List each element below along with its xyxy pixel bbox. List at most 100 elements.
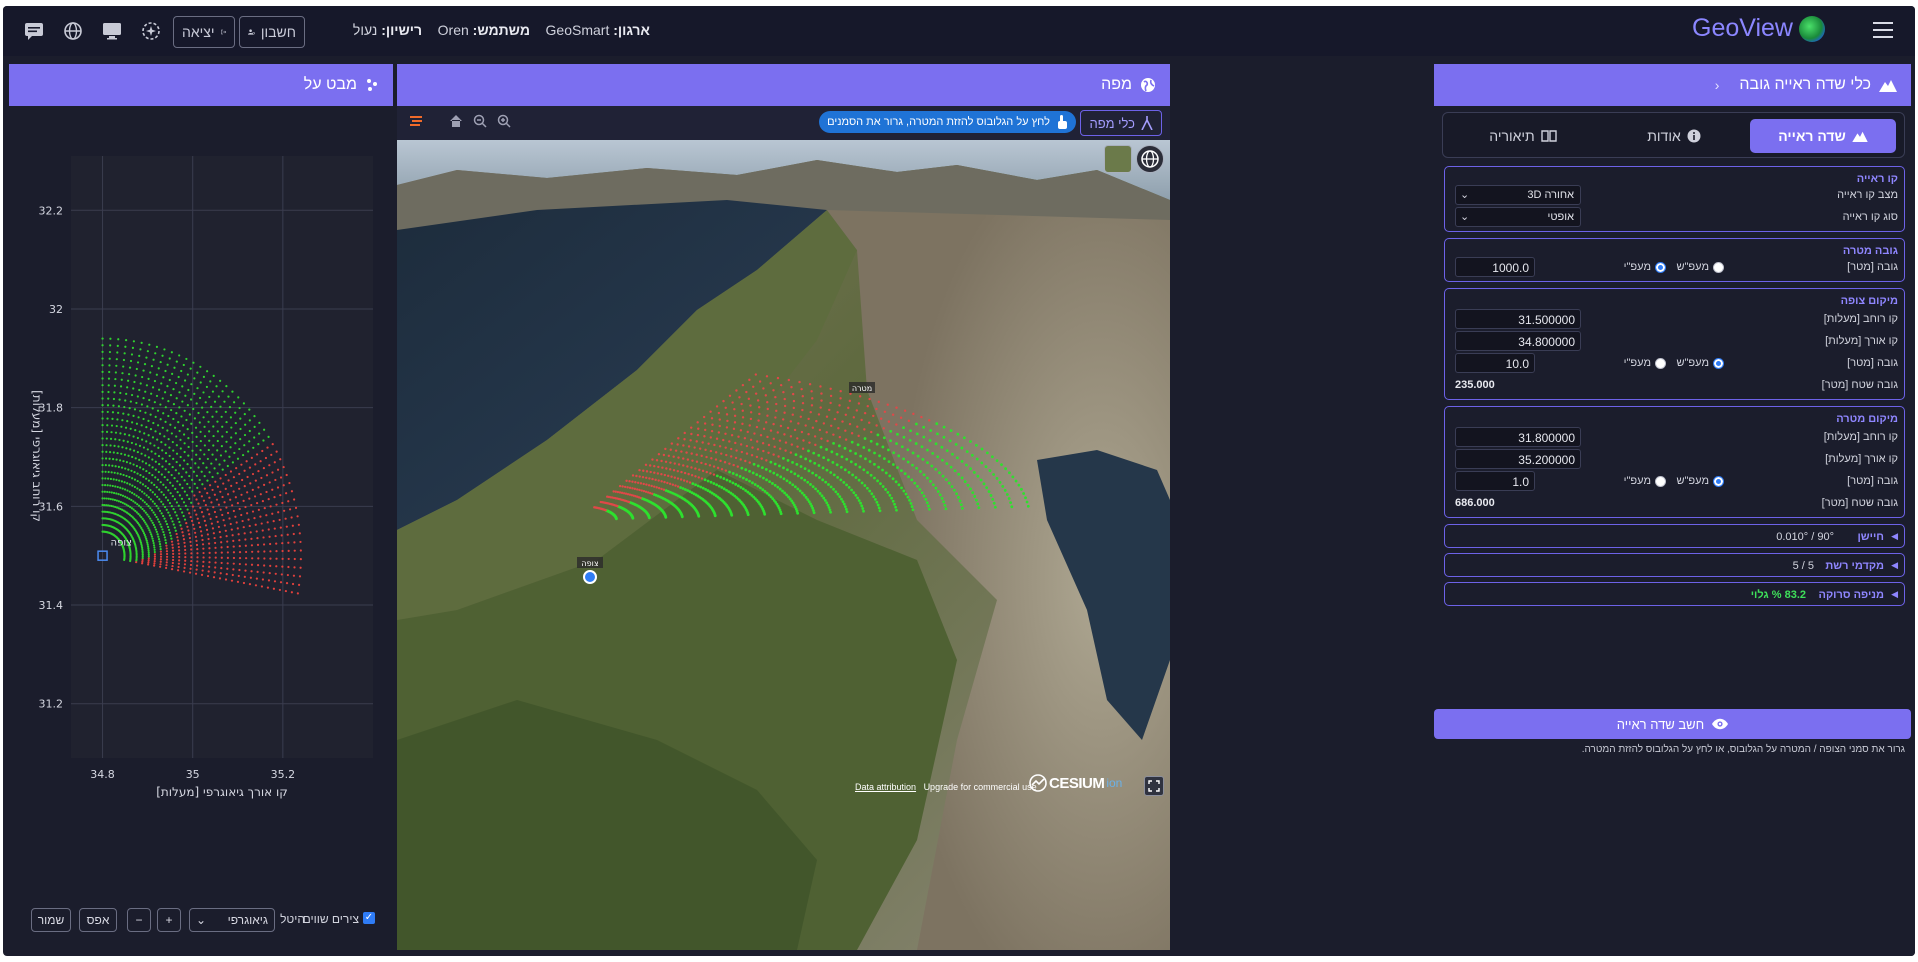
globe-icon[interactable] — [60, 18, 86, 44]
hidden-point — [171, 564, 174, 568]
scanned-fan-collapse[interactable]: ◀ מניפה סרוקה 83.2 % גלוי — [1444, 582, 1905, 606]
visible-point — [998, 480, 1002, 484]
hidden-point — [185, 522, 188, 525]
visible-point — [136, 361, 140, 364]
radio-agl[interactable]: מעפ"י — [1624, 357, 1666, 369]
visible-point — [835, 463, 839, 467]
visible-point — [162, 376, 165, 379]
visible-point — [850, 440, 854, 444]
fullscreen-button[interactable] — [1144, 776, 1164, 796]
visible-point — [198, 478, 201, 482]
monitor-icon[interactable] — [99, 18, 125, 44]
visible-point — [164, 496, 168, 499]
target-height-input[interactable]: 1000.0 — [1455, 257, 1535, 277]
visible-point — [189, 367, 192, 370]
visible-point — [902, 426, 905, 430]
visible-point — [902, 489, 906, 493]
hidden-point — [238, 568, 241, 572]
hidden-point — [230, 579, 234, 582]
hidden-point — [262, 543, 266, 546]
hidden-point — [248, 497, 251, 500]
license-value: נעול — [352, 22, 378, 38]
sight-mode-label: מצב קו ראייה — [1837, 189, 1898, 201]
visible-point — [114, 438, 117, 441]
brand[interactable]: GeoView — [1692, 14, 1825, 43]
radio-agl[interactable]: מעפ"י — [1624, 475, 1666, 487]
radio-msl[interactable]: מעפ"ש — [1677, 261, 1724, 273]
account-button[interactable]: חשבון — [239, 16, 305, 48]
visible-point — [151, 491, 154, 494]
hidden-point — [712, 473, 716, 476]
hidden-point — [687, 472, 690, 476]
layers-icon[interactable] — [409, 114, 423, 131]
sight-mode-select[interactable]: אחורה 3D ⌄ — [1455, 185, 1581, 205]
radio-msl[interactable]: מעפ"ש — [1677, 357, 1724, 369]
projection-select[interactable]: גיאוגרפי ⌄ — [189, 908, 275, 932]
hidden-point — [273, 496, 276, 499]
settings-spark-icon[interactable] — [138, 18, 164, 44]
zoom-plus-button[interactable]: + — [157, 908, 181, 932]
cesium-globe-view[interactable]: צופה מטרה Data attribution Upgrade for c… — [397, 140, 1170, 950]
hidden-point — [642, 482, 645, 486]
hidden-point — [203, 487, 206, 490]
data-attribution-link[interactable]: Data attribution — [855, 782, 916, 792]
visible-point — [224, 450, 227, 453]
visible-point — [123, 558, 126, 561]
visible-point — [117, 338, 120, 341]
hidden-point — [196, 552, 199, 555]
hidden-point — [226, 562, 229, 565]
save-button[interactable]: שמור — [31, 908, 71, 932]
hidden-point — [735, 449, 738, 452]
observer-height-input[interactable]: 10.0 — [1455, 353, 1535, 373]
visible-point — [163, 348, 166, 351]
hidden-point — [647, 484, 651, 487]
hidden-point — [844, 438, 848, 441]
target-height-input[interactable]: 1.0 — [1455, 471, 1535, 491]
target-lat-input[interactable]: 31.800000 — [1455, 427, 1581, 447]
globe-mode-button[interactable] — [1136, 145, 1164, 173]
visible-point — [243, 444, 246, 447]
chevron-left-icon[interactable]: ‹ — [1715, 77, 1720, 93]
radio-msl[interactable]: מעפ"ש — [1677, 475, 1724, 487]
menu-icon[interactable] — [1873, 22, 1893, 38]
target-lon-input[interactable]: 35.200000 — [1455, 449, 1581, 469]
target-marker[interactable]: מטרה — [849, 382, 875, 393]
grid-coeffs-collapse[interactable]: ◀ מקדמי רשת 5 / 5 — [1444, 553, 1905, 577]
base-layer-button[interactable] — [1104, 145, 1132, 173]
map-tools-button[interactable]: כלי מפה — [1080, 110, 1162, 136]
radio-agl[interactable]: מעפ"י — [1624, 261, 1666, 273]
visible-point — [817, 464, 821, 467]
reset-button[interactable]: אפס — [79, 908, 117, 932]
home-icon[interactable] — [449, 114, 463, 132]
tab-line-of-sight[interactable]: שדה ראייה — [1750, 119, 1896, 153]
hidden-point — [736, 465, 740, 468]
zoom-in-icon[interactable] — [497, 114, 511, 132]
tab-theory[interactable]: תיאוריה — [1448, 119, 1598, 153]
plot-area[interactable]: 34.8 35 35.2 31.2 31.4 31.6 31.8 32 32.2 צופה קו… — [9, 106, 393, 896]
visible-point — [829, 510, 832, 514]
observer-lon-input[interactable]: 34.800000 — [1455, 331, 1581, 351]
visible-point — [146, 541, 149, 544]
tab-about[interactable]: אודות — [1604, 119, 1744, 153]
visible-point — [936, 490, 940, 493]
equal-axes-checkbox[interactable]: ✓ — [363, 912, 375, 924]
zoom-minus-button[interactable]: − — [127, 908, 151, 932]
calculate-button[interactable]: חשב שדה ראייה — [1434, 709, 1911, 739]
observer-lat-input[interactable]: 31.500000 — [1455, 309, 1581, 329]
sight-type-select[interactable]: אופטי ⌄ — [1455, 207, 1581, 227]
top-view-chart[interactable]: 34.8 35 35.231.231.431.631.83232.2 צופה קו… — [9, 106, 393, 896]
visible-point — [159, 418, 162, 421]
chat-icon[interactable] — [21, 18, 47, 44]
visible-point — [147, 456, 150, 459]
logout-button[interactable]: יציאה — [173, 16, 235, 48]
hidden-point — [879, 417, 883, 420]
visible-point — [866, 471, 869, 474]
sensor-collapse[interactable]: ◀ חיישן 90° / 0.010° — [1444, 524, 1905, 548]
zoom-out-icon[interactable] — [473, 114, 487, 132]
terrain-map[interactable]: צופה מטרה — [397, 140, 1170, 950]
hidden-point — [254, 479, 257, 482]
visible-point — [990, 455, 994, 459]
hidden-point — [221, 513, 224, 517]
hidden-point — [751, 446, 754, 449]
hidden-point — [177, 562, 180, 565]
